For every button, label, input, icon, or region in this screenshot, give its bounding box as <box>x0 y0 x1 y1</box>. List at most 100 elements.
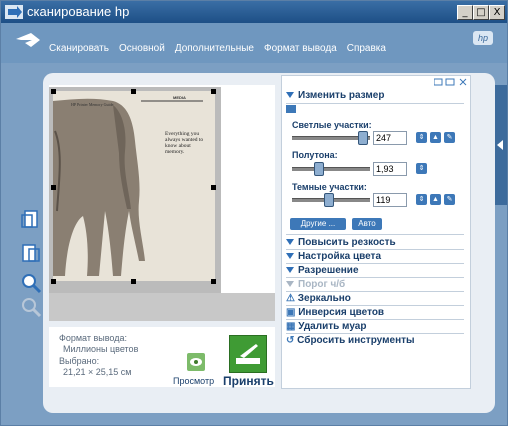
preview-eye-icon <box>190 358 202 366</box>
moire-icon: ▦ <box>286 321 296 332</box>
divider <box>286 249 464 250</box>
menu-advanced[interactable]: Дополнительные <box>175 43 254 54</box>
divider <box>286 291 464 292</box>
app-window: сканирование hp _ □ X Сканировать Основн… <box>0 0 508 426</box>
highlights-stepper[interactable]: ⇕ <box>416 132 427 143</box>
zoom-out-icon[interactable] <box>19 295 43 319</box>
menu-output-format[interactable]: Формат вывода <box>264 43 337 54</box>
scan-logo-icon <box>16 33 40 47</box>
minimize-button[interactable]: _ <box>457 5 473 20</box>
app-arrow-icon <box>5 5 23 19</box>
crop-handle-mr[interactable] <box>211 185 216 190</box>
sharpen-header-label: Повысить резкость <box>298 237 396 248</box>
sharpen-header[interactable]: Повысить резкость <box>286 237 396 248</box>
shadows-label: Темные участки: <box>292 182 367 192</box>
reset-tools-label: Сбросить инструменты <box>297 335 415 346</box>
divider <box>286 333 464 334</box>
header-bar: Сканировать Основной Дополнительные Форм… <box>1 23 507 63</box>
crop-handle-tl[interactable] <box>51 89 56 94</box>
resize-header-label: Изменить размер <box>298 90 385 101</box>
expand-arrow-icon <box>286 281 294 288</box>
tools-panel: Изменить размер Светлые участки: 247 ⇕ ▲… <box>281 75 471 389</box>
scan-bed-margin <box>49 293 275 321</box>
remove-moire-label: Удалить муар <box>298 321 367 332</box>
threshold-header-label: Порог ч/б <box>298 279 346 290</box>
crop-handle-ml[interactable] <box>51 185 56 190</box>
rotate-right-icon[interactable] <box>19 241 43 265</box>
shadows-picker-icon[interactable]: ✎ <box>444 194 455 205</box>
zoom-in-icon[interactable] <box>19 271 43 295</box>
shadows-slider-thumb[interactable] <box>324 193 334 207</box>
window-title: сканирование hp <box>27 4 130 19</box>
accept-scanner-icon <box>236 344 260 364</box>
reset-tools-item[interactable]: ↺ Сбросить инструменты <box>286 335 415 346</box>
invert-colors-item[interactable]: ▣ Инверсия цветов <box>286 307 384 318</box>
midtones-label: Полутона: <box>292 150 338 160</box>
divider <box>286 305 464 306</box>
divider <box>286 234 464 235</box>
highlights-eyedropper-icon[interactable]: ▲ <box>430 132 441 143</box>
midtones-slider-track[interactable] <box>292 167 370 171</box>
main-menu: Сканировать Основной Дополнительные Форм… <box>49 43 386 54</box>
invert-colors-label: Инверсия цветов <box>298 307 385 318</box>
shadows-eyedropper-icon[interactable]: ▲ <box>430 194 441 205</box>
highlights-value-field[interactable]: 247 <box>373 131 407 145</box>
midtones-stepper[interactable]: ⇕ <box>416 163 427 174</box>
expand-arrow-icon <box>286 239 294 246</box>
divider <box>286 277 464 278</box>
other-button[interactable]: Другие ... <box>290 218 346 230</box>
output-format-value: Миллионы цветов <box>63 344 139 354</box>
mirror-item[interactable]: ⚠ Зеркально <box>286 293 351 304</box>
reset-icon: ↺ <box>286 335 295 346</box>
accept-label[interactable]: Принять <box>223 374 274 388</box>
document-quote: Everything you always wanted to know abo… <box>165 131 204 155</box>
resolution-header[interactable]: Разрешение <box>286 265 359 276</box>
crop-handle-br[interactable] <box>211 279 216 284</box>
color-adjust-header[interactable]: Настройка цвета <box>286 251 381 262</box>
title-bar: сканирование hp _ □ X <box>1 1 507 23</box>
midtones-slider-thumb[interactable] <box>314 162 324 176</box>
shadows-stepper[interactable]: ⇕ <box>416 194 427 205</box>
expand-arrow-icon <box>286 92 294 99</box>
crop-handle-bc[interactable] <box>131 279 136 284</box>
preview-button[interactable] <box>187 353 205 371</box>
highlights-label: Светлые участки: <box>292 120 372 130</box>
selection-label: Выбрано: <box>59 356 100 366</box>
rotate-left-icon[interactable] <box>19 207 43 231</box>
maximize-button[interactable]: □ <box>473 5 489 20</box>
invert-icon: ▣ <box>286 307 296 318</box>
panel-window-controls-icon[interactable] <box>434 77 468 87</box>
resize-header[interactable]: Изменить размер <box>286 90 384 101</box>
document-header-right: MEDIA <box>173 95 186 100</box>
resolution-header-label: Разрешение <box>298 265 359 276</box>
collapse-section-icon[interactable] <box>286 105 296 113</box>
highlights-picker-icon[interactable]: ✎ <box>444 132 455 143</box>
divider <box>286 263 464 264</box>
menu-scan[interactable]: Сканировать <box>49 43 109 54</box>
selection-size-value: 21,21 × 25,15 см <box>63 367 132 377</box>
menu-help[interactable]: Справка <box>347 43 386 54</box>
auto-button[interactable]: Авто <box>352 218 382 230</box>
color-adjust-header-label: Настройка цвета <box>298 251 382 262</box>
expand-arrow-icon <box>286 267 294 274</box>
menu-basic[interactable]: Основной <box>119 43 165 54</box>
preview-label[interactable]: Просмотр <box>173 376 214 386</box>
mirror-icon: ⚠ <box>286 293 295 304</box>
close-button[interactable]: X <box>489 5 505 20</box>
shadows-value-field[interactable]: 119 <box>373 193 407 207</box>
crop-handle-tc[interactable] <box>131 89 136 94</box>
crop-handle-bl[interactable] <box>51 279 56 284</box>
scanned-document-image: HP Printer Memory Guide MEDIA Everything… <box>53 91 215 281</box>
expand-arrow-icon <box>286 253 294 260</box>
elephant-photo <box>53 91 215 281</box>
divider <box>286 319 464 320</box>
document-header-left: HP Printer Memory Guide <box>71 102 114 107</box>
threshold-header: Порог ч/б <box>286 279 345 290</box>
highlights-slider-thumb[interactable] <box>358 131 368 145</box>
accept-button[interactable] <box>229 335 267 373</box>
crop-handle-tr[interactable] <box>211 89 216 94</box>
output-format-label: Формат вывода: <box>59 333 127 343</box>
remove-moire-item[interactable]: ▦ Удалить муар <box>286 321 366 332</box>
mirror-label: Зеркально <box>297 293 351 304</box>
midtones-value-field[interactable]: 1,93 <box>373 162 407 176</box>
